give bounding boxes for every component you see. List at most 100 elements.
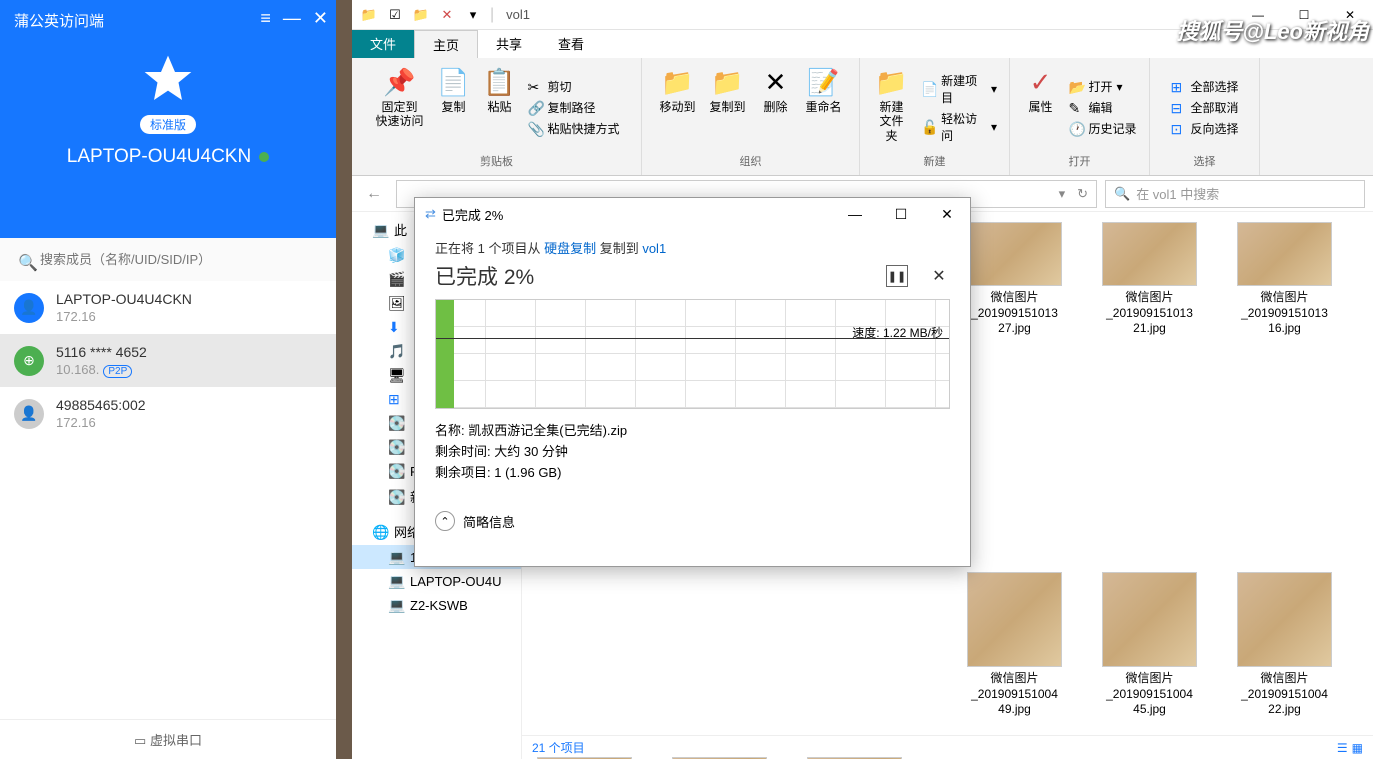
selectall-button[interactable]: ⊞全部选择 [1166,76,1242,97]
speed-label: 速度: 1.22 MB/秒 [852,324,943,341]
search-box[interactable]: 🔍 在 vol1 中搜索 [1105,180,1365,208]
tree-item[interactable]: 💻Z2-KSWB [352,593,521,617]
thumbnails-view-icon[interactable]: ▦ [1352,741,1363,755]
thumbnail [1237,222,1332,286]
rename-button[interactable]: 📝重命名 [800,62,848,153]
progress-percent: 已完成 2% [435,261,534,291]
delete-button[interactable]: ✕删除 [754,62,798,153]
refresh-icon[interactable]: ↻ [1077,186,1088,202]
menu-icon[interactable]: ≡ [260,8,271,29]
file-item[interactable]: 微信图片_20190915100449.jpg [962,572,1067,737]
close-icon[interactable]: ✕ [313,8,328,29]
source-link[interactable]: 硬盘复制 [544,241,596,256]
file-item[interactable]: 微信图片_20190915101327.jpg [962,222,1067,552]
properties-icon: ✓ [1024,66,1056,98]
member-item[interactable]: ⊕ 5116 **** 4652 10.168.P2P [0,334,336,387]
cancel-button[interactable]: ✕ [928,265,950,287]
device-name: LAPTOP-OU4U4CKN [67,146,251,168]
newitem-button[interactable]: 📄新建项目▾ [917,70,1001,108]
close-button[interactable]: ✕ [924,198,970,230]
properties-button[interactable]: ✓属性 [1018,62,1062,153]
tab-view[interactable]: 查看 [540,30,602,58]
minimize-button[interactable]: — [832,198,878,230]
thumbnail [967,222,1062,286]
close-doc-icon[interactable]: ✕ [436,4,458,26]
sidebar-footer[interactable]: ▭ 虚拟串口 [0,719,336,759]
member-ip: 172.16 [56,309,322,324]
serial-port-icon: ▭ [134,733,146,748]
checkbox-icon[interactable]: ☑ [384,4,406,26]
newfolder-icon: 📁 [876,66,908,98]
dest-link[interactable]: vol1 [642,241,666,256]
details-view-icon[interactable]: ☰ [1337,741,1348,755]
copyto-button[interactable]: 📁复制到 [703,62,751,153]
progress-bar [436,300,454,408]
edit-button[interactable]: ✎编辑 [1064,97,1140,118]
newfolder-button[interactable]: 📁新建文件夹 [868,62,915,153]
dialog-title: ⇄ 已完成 2% — ☐ ✕ [415,198,970,230]
folder-small-icon[interactable]: 📁 [410,4,432,26]
selectnone-button[interactable]: ⊟全部取消 [1166,97,1242,118]
ribbon: 📌固定到快速访问 📄复制 📋粘贴 ✂剪切 🔗复制路径 📎粘贴快捷方式 剪贴板 📁… [352,58,1373,176]
member-search-input[interactable] [14,246,322,273]
paste-button[interactable]: 📋粘贴 [478,62,522,153]
folder-icon: 📁 [358,4,380,26]
thumbnail [1102,222,1197,286]
copy-source-text: 正在将 1 个项目从 硬盘复制 复制到 vol1 [435,238,950,257]
dropdown-icon[interactable]: ▾ [462,4,484,26]
sidebar-header: 蒲公英访问端 ≡ — ✕ 标准版 LAPTOP-OU4U4CKN [0,0,336,238]
file-item[interactable]: 微信图片_20190915101321.jpg [1097,222,1202,552]
paste-icon: 📋 [484,66,516,98]
cut-icon: ✂ [528,79,544,95]
speed-chart: 速度: 1.22 MB/秒 [435,299,950,409]
window-title: vol1 [506,7,530,22]
transfer-icon: ⇄ [425,206,436,222]
member-name: 49885465:002 [56,397,322,413]
moveto-icon: 📁 [661,66,693,98]
history-button[interactable]: 🕐历史记录 [1064,118,1140,139]
open-button[interactable]: 📂打开▾ [1064,76,1140,97]
avatar-icon: 👤 [14,399,44,429]
status-bar: 21 个项目 ☰ ▦ [522,735,1373,759]
pin-button[interactable]: 📌固定到快速访问 [369,62,429,153]
member-list: 👤 LAPTOP-OU4U4CKN 172.16 ⊕ 5116 **** 465… [0,281,336,440]
copy-icon: 📄 [438,66,470,98]
search-icon: 🔍 [18,253,38,273]
item-count: 21 个项目 [532,739,585,756]
tab-file[interactable]: 文件 [352,30,414,58]
minimize-icon[interactable]: — [283,8,301,29]
cut-button[interactable]: ✂剪切 [524,76,624,97]
vpn-sidebar: 蒲公英访问端 ≡ — ✕ 标准版 LAPTOP-OU4U4CKN 🔍 👤 LAP… [0,0,336,759]
member-search: 🔍 [0,238,336,281]
maximize-button[interactable]: ☐ [878,198,924,230]
copypath-button[interactable]: 🔗复制路径 [524,97,624,118]
moveto-button[interactable]: 📁移动到 [653,62,701,153]
copy-progress-dialog: ⇄ 已完成 2% — ☐ ✕ 正在将 1 个项目从 硬盘复制 复制到 vol1 … [414,197,971,567]
chevron-up-icon: ⌃ [435,511,455,531]
thumbnail [967,572,1062,667]
file-item[interactable]: 微信图片_20190915101316.jpg [1232,222,1337,552]
tab-home[interactable]: 主页 [414,30,478,58]
avatar-icon: ⊕ [14,346,44,376]
invert-button[interactable]: ⊡反向选择 [1166,118,1242,139]
p2p-badge: P2P [103,365,132,378]
copy-button[interactable]: 📄复制 [432,62,476,153]
file-item[interactable]: 微信图片_20190915100422.jpg [1232,572,1337,737]
tree-item[interactable]: 💻LAPTOP-OU4U [352,569,521,593]
details-toggle[interactable]: ⌃ 简略信息 [435,511,950,531]
file-item[interactable]: 微信图片_20190915100445.jpg [1097,572,1202,737]
pasteshortcut-button[interactable]: 📎粘贴快捷方式 [524,118,624,139]
back-button[interactable]: ← [360,180,388,208]
edition-badge: 标准版 [140,115,196,134]
member-ip: 10.168.P2P [56,362,322,377]
pin-icon: 📌 [383,66,415,98]
member-item[interactable]: 👤 49885465:002 172.16 [0,387,336,440]
member-item[interactable]: 👤 LAPTOP-OU4U4CKN 172.16 [0,281,336,334]
member-name: LAPTOP-OU4U4CKN [56,291,322,307]
pause-button[interactable]: ❚❚ [886,265,908,287]
copy-details: 名称: 凯叔西游记全集(已完结).zip 剩余时间: 大约 30 分钟 剩余项目… [435,421,950,483]
tab-share[interactable]: 共享 [478,30,540,58]
easyaccess-button[interactable]: 🔓轻松访问▾ [917,108,1001,146]
delete-icon: ✕ [760,66,792,98]
member-name: 5116 **** 4652 [56,344,322,360]
